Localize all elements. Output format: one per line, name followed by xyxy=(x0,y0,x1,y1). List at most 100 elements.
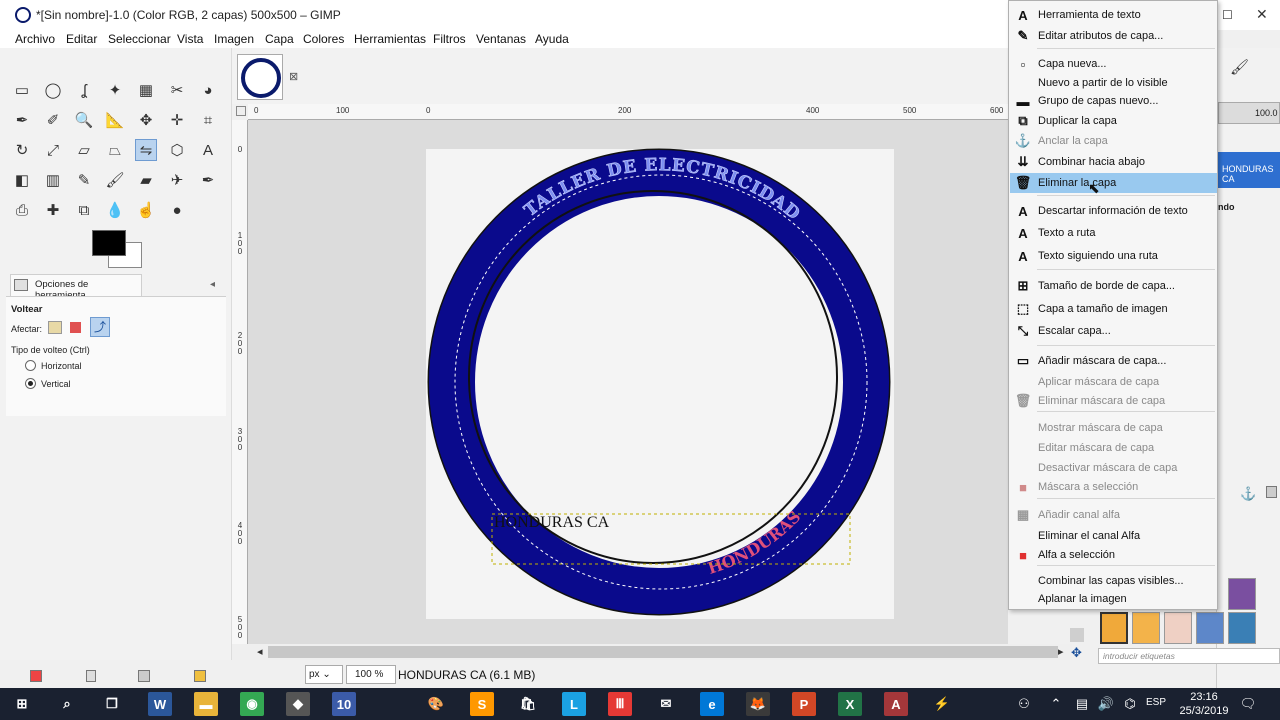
paintbrush-icon[interactable]: 🖌 xyxy=(1230,58,1249,76)
scissors-icon[interactable]: ✂ xyxy=(166,79,188,101)
sharex-icon[interactable]: ⚡ xyxy=(930,692,954,716)
menu-editar[interactable]: Editar xyxy=(66,32,97,46)
move-icon[interactable]: ✥ xyxy=(135,109,157,131)
affect-selection-icon[interactable] xyxy=(70,322,81,333)
menu-imagen[interactable]: Imagen xyxy=(214,32,254,46)
pattern-swatch[interactable] xyxy=(1132,612,1160,644)
mail-icon[interactable]: ✉ xyxy=(654,692,678,716)
menu-capa[interactable]: Capa xyxy=(265,32,294,46)
flip-icon[interactable]: ⇋ xyxy=(135,139,157,161)
menu-ayuda[interactable]: Ayuda xyxy=(535,32,569,46)
gradient-icon[interactable]: ▥ xyxy=(42,169,64,191)
pattern-swatch[interactable] xyxy=(1100,612,1128,644)
menu-item-12[interactable]: A Texto siguiendo una ruta xyxy=(1010,246,1217,266)
inkscape-icon[interactable]: ◆ xyxy=(286,692,310,716)
search-icon[interactable]: ⌕ xyxy=(55,692,79,716)
opacity-field[interactable]: 100.0 xyxy=(1218,102,1280,124)
lasso-icon[interactable]: ʆ xyxy=(73,79,95,101)
align-icon[interactable]: ✛ xyxy=(166,109,188,131)
menu-item-26[interactable]: Combinar las capas visibles... xyxy=(1010,571,1217,591)
word-icon[interactable]: W xyxy=(148,692,172,716)
clock[interactable]: 23:16 25/3/2019 xyxy=(1176,690,1232,718)
tag-input[interactable]: introducir etiquetas xyxy=(1098,648,1280,664)
scroll-left-icon[interactable]: ◂ xyxy=(257,645,263,658)
zoom-icon[interactable]: 🔍 xyxy=(73,109,95,131)
windows-start-icon[interactable]: ⊞ xyxy=(10,692,34,716)
cage-icon[interactable]: ⬡ xyxy=(166,139,188,161)
vertical-scrollbar[interactable] xyxy=(1070,628,1084,642)
menu-item-2[interactable]: ✎ Editar atributos de capa... xyxy=(1010,26,1217,46)
volume-icon[interactable]: 🔊 xyxy=(1094,692,1118,716)
app-red-icon[interactable]: Ⅲ xyxy=(608,692,632,716)
pattern-swatch[interactable] xyxy=(1228,578,1256,610)
scale-icon[interactable]: ⤢ xyxy=(42,139,64,161)
radio-horizontal[interactable] xyxy=(25,360,36,371)
sublime-icon[interactable]: S xyxy=(470,692,494,716)
menu-item-25[interactable]: ■ Alfa a selección xyxy=(1010,545,1217,565)
file-explorer-icon[interactable]: ▬ xyxy=(194,692,218,716)
menu-vista[interactable]: Vista xyxy=(177,32,203,46)
paint-icon[interactable]: 🎨 xyxy=(424,692,448,716)
edge-icon[interactable]: e xyxy=(700,692,724,716)
pattern-swatch[interactable] xyxy=(1228,612,1256,644)
radio-vertical[interactable] xyxy=(25,378,36,389)
menu-colores[interactable]: Colores xyxy=(303,32,344,46)
canvas-area[interactable]: TALLER DE ELECTRICIDAD HONDURAS CA HONDU… xyxy=(248,120,1008,644)
navigate-icon[interactable]: ✥ xyxy=(1071,645,1082,661)
anchor-layer-icon[interactable]: ⚓ xyxy=(1240,486,1256,502)
menu-item-24[interactable]: Eliminar el canal Alfa xyxy=(1010,526,1217,546)
save-options-icon[interactable] xyxy=(30,670,42,682)
close-image-icon[interactable]: ⊠ xyxy=(289,70,298,83)
shear-icon[interactable]: ▱ xyxy=(73,139,95,161)
menu-item-15[interactable]: ⤡ Escalar capa... xyxy=(1010,321,1217,341)
zoom-select[interactable]: 100 % xyxy=(346,665,396,684)
delete-layer-icon[interactable] xyxy=(1266,486,1277,498)
menu-item-5[interactable]: ▬ Grupo de capas nuevo... xyxy=(1010,91,1217,111)
menu-item-14[interactable]: ⬚ Capa a tamaño de imagen xyxy=(1010,299,1217,319)
foreground-color[interactable] xyxy=(92,230,126,256)
ruler-corner-icon[interactable] xyxy=(236,106,246,116)
fuzzy-select-icon[interactable]: ✦ xyxy=(104,79,126,101)
menu-ventanas[interactable]: Ventanas xyxy=(476,32,526,46)
menu-item-16[interactable]: ▭ Añadir máscara de capa... xyxy=(1010,351,1217,371)
maximize-button[interactable]: ☐ xyxy=(1222,8,1233,22)
reset-options-icon[interactable] xyxy=(194,670,206,682)
language-indicator[interactable]: ESP xyxy=(1146,697,1166,708)
people-icon[interactable]: ⚇ xyxy=(1012,692,1036,716)
excel-icon[interactable]: X xyxy=(838,692,862,716)
task-view-icon[interactable]: ❐ xyxy=(100,692,124,716)
pencil-icon[interactable]: ✎ xyxy=(73,169,95,191)
menu-item-3[interactable]: ▫ Capa nueva... xyxy=(1010,54,1217,74)
dodge-burn-icon[interactable]: ● xyxy=(166,199,188,221)
perspective-clone-icon[interactable]: ⧉ xyxy=(73,199,95,221)
menu-item-4[interactable]: Nuevo a partir de lo visible xyxy=(1010,73,1217,93)
menu-item-10[interactable]: A Descartar información de texto xyxy=(1010,201,1217,221)
gimp-taskbar-icon[interactable]: 🦊 xyxy=(746,692,770,716)
text-icon[interactable]: A xyxy=(197,139,219,161)
tab-tool-options[interactable]: Opciones de herramienta xyxy=(10,274,142,301)
smudge-icon[interactable]: ☝ xyxy=(135,199,157,221)
menu-archivo[interactable]: Archivo xyxy=(15,32,55,46)
menu-item-8[interactable]: ⇊ Combinar hacia abajo xyxy=(1010,152,1217,172)
menu-herramientas[interactable]: Herramientas xyxy=(354,32,426,46)
powerpoint-icon[interactable]: P xyxy=(792,692,816,716)
heal-icon[interactable]: ✚ xyxy=(42,199,64,221)
menu-item-9[interactable]: 🗑 Eliminar la capa xyxy=(1010,173,1217,193)
chevron-up-icon[interactable]: ⌃ xyxy=(1044,692,1068,716)
foreground-select-icon[interactable]: ◕ xyxy=(197,79,219,101)
delete-options-icon[interactable] xyxy=(138,670,150,682)
crop-icon[interactable]: ⌗ xyxy=(197,109,219,131)
ellipse-select-icon[interactable]: ◯ xyxy=(42,79,64,101)
paintbrush-icon[interactable]: 🖌 xyxy=(104,169,126,191)
selected-layer-row[interactable]: HONDURAS CA xyxy=(1218,152,1280,188)
store-icon[interactable]: 🛍 xyxy=(516,692,540,716)
network-icon[interactable]: ▤ xyxy=(1070,692,1094,716)
menu-seleccionar[interactable]: Seleccionar xyxy=(108,32,171,46)
menu-item-11[interactable]: A Texto a ruta xyxy=(1010,223,1217,243)
panel-menu-icon[interactable]: ◂ xyxy=(210,279,215,290)
scroll-right-icon[interactable]: ▸ xyxy=(1058,645,1064,658)
restore-options-icon[interactable] xyxy=(86,670,96,682)
airbrush-icon[interactable]: ✈ xyxy=(166,169,188,191)
notification-icon[interactable]: 🗨 xyxy=(1236,692,1260,716)
access-icon[interactable]: A xyxy=(884,692,908,716)
